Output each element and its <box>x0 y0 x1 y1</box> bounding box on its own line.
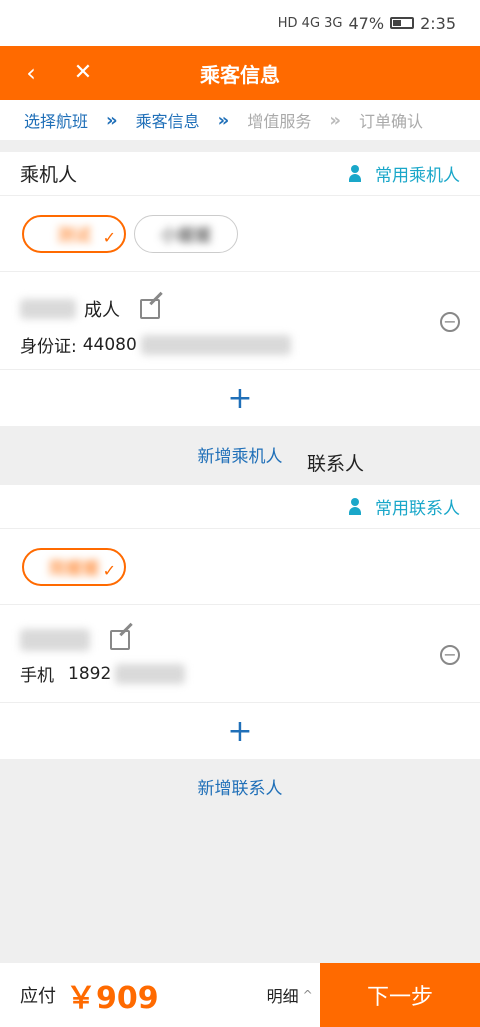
contact-chip[interactable]: 简媛媛 ✓ <box>22 547 126 586</box>
contact-name-line <box>20 629 460 651</box>
contact-common-row: 常用联系人 <box>0 485 480 529</box>
clock: 2:35 <box>420 13 456 33</box>
battery-percent: 47% <box>348 13 385 33</box>
add-passenger-button[interactable]: + <box>0 370 480 426</box>
passenger-section-header: 乘机人 常用乘机人 <box>0 152 480 196</box>
passenger-chip[interactable]: 测试 ✓ <box>22 214 126 253</box>
network-icons: HD 4G 3G <box>277 15 343 31</box>
contact-header-strip: 联系人 <box>0 440 480 484</box>
remove-passenger-icon[interactable]: − <box>440 312 460 332</box>
step-passenger-info: 乘客信息 <box>135 112 200 131</box>
passenger-id-line: 身份证: 44080 <box>20 332 460 357</box>
contact-card: 常用联系人 简媛媛 ✓ 手机 1892 − + <box>0 485 480 759</box>
passenger-section-title: 乘机人 <box>20 164 78 186</box>
passenger-type: 成人 <box>84 300 120 321</box>
passenger-chip[interactable]: 小媛媛 <box>134 214 238 253</box>
check-icon: ✓ <box>102 227 116 247</box>
status-bar: HD 4G 3G 47% 2:35 <box>0 0 480 46</box>
passenger-name-line: 成人 <box>20 296 460 322</box>
common-contacts-link[interactable]: 常用联系人 <box>349 494 460 519</box>
masked-name <box>20 299 76 319</box>
common-contacts-label: 常用联系人 <box>375 499 460 519</box>
pay-label: 应付 <box>20 986 56 1007</box>
next-step-button[interactable]: 下一步 <box>320 963 480 1027</box>
progress-steps: 选择航班 » 乘客信息 » 增值服务 » 订单确认 <box>0 100 480 140</box>
id-value: 44080 <box>82 334 137 355</box>
back-arrow-icon[interactable]: ‹ <box>14 56 48 90</box>
add-contact-label[interactable]: 新增联系人 <box>0 774 480 799</box>
passenger-chip-label: 测试 <box>57 226 91 246</box>
contact-row: 手机 1892 − <box>0 605 480 703</box>
contact-chip-label: 简媛媛 <box>48 559 100 579</box>
edit-icon[interactable] <box>140 299 160 319</box>
status-icons: HD 4G 3G 47% 2:35 <box>278 14 456 33</box>
contact-section-header: 联系人 <box>0 440 480 484</box>
battery-icon <box>390 17 415 29</box>
common-passengers-link[interactable]: 常用乘机人 <box>349 161 460 186</box>
passenger-row: 成人 身份证: 44080 − <box>0 272 480 370</box>
person-list-icon <box>349 497 371 516</box>
step-separator-icon: » <box>329 109 341 131</box>
contact-chips: 简媛媛 ✓ <box>0 529 480 605</box>
contact-section-title: 联系人 <box>306 452 364 475</box>
passenger-card: 乘机人 常用乘机人 测试 ✓ 小媛媛 成人 身份证: 44080 − + <box>0 152 480 426</box>
step-separator-icon: » <box>217 109 230 131</box>
detail-label: 明细 <box>266 987 299 1006</box>
check-icon: ✓ <box>102 560 116 580</box>
total-price: ￥909 <box>66 981 159 1016</box>
passenger-chips: 测试 ✓ 小媛媛 <box>0 196 480 272</box>
passenger-chip-label: 小媛媛 <box>160 226 212 246</box>
close-icon[interactable]: ✕ <box>66 56 100 90</box>
masked-name <box>20 629 90 651</box>
person-list-icon <box>349 164 371 183</box>
phone-label: 手机 <box>20 666 54 686</box>
add-contact-button[interactable]: + <box>0 703 480 759</box>
masked-phone <box>115 663 186 684</box>
phone-value: 1892 <box>68 663 112 684</box>
edit-icon[interactable] <box>110 630 130 650</box>
price-detail-toggle[interactable]: 明细 ^ <box>267 983 313 1007</box>
common-passengers-label: 常用乘机人 <box>375 166 460 186</box>
chevron-up-icon: ^ <box>302 988 313 1002</box>
masked-id <box>140 334 291 355</box>
contact-phone-line: 手机 1892 <box>20 661 460 686</box>
step-select-flight: 选择航班 <box>24 112 89 131</box>
id-label: 身份证: <box>20 337 77 357</box>
step-separator-icon: » <box>106 109 118 131</box>
remove-contact-icon[interactable]: − <box>440 645 460 665</box>
bottom-bar: 应付 ￥909 明细 ^ 下一步 <box>0 963 480 1027</box>
step-order-confirm: 订单确认 <box>358 112 423 131</box>
top-navbar: ‹ ✕ 乘客信息 <box>0 46 480 100</box>
step-extra-services: 增值服务 <box>247 112 312 131</box>
